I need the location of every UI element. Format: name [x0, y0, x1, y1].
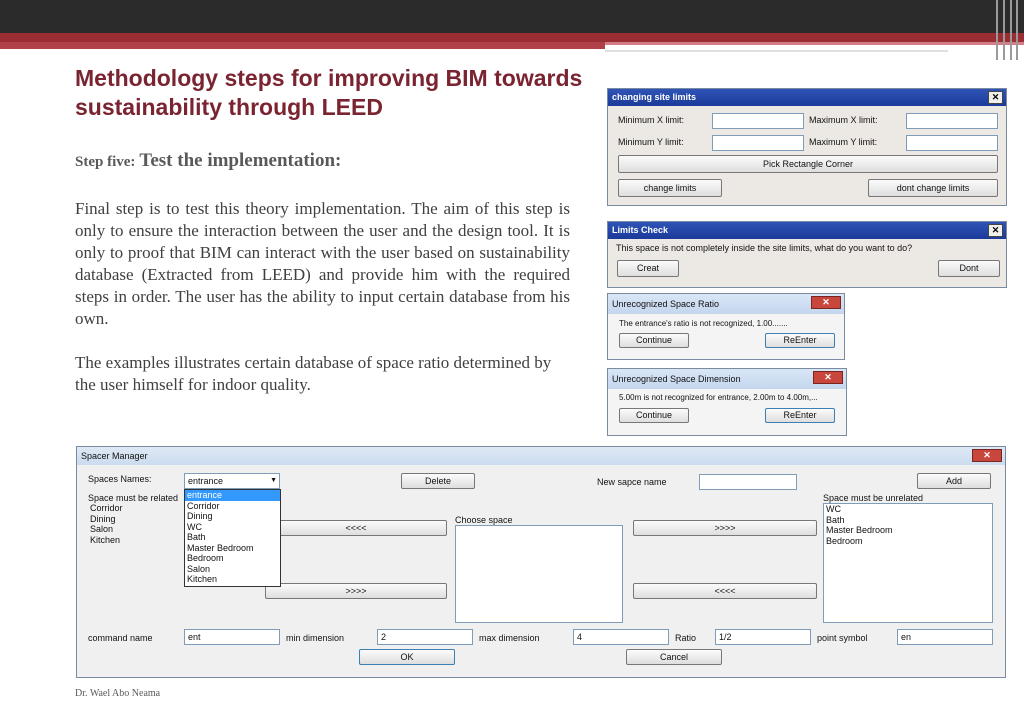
dialog-title: Spacer Manager: [81, 451, 148, 461]
accent-line: [605, 42, 1024, 45]
accent-bar: [0, 33, 1024, 42]
reenter-button[interactable]: ReEnter: [765, 333, 835, 348]
min-dimension-field[interactable]: 2: [377, 629, 473, 645]
continue-button[interactable]: Continue: [619, 408, 689, 423]
new-name-label: New sapce name: [597, 477, 667, 487]
list-item[interactable]: entrance: [185, 490, 280, 501]
body-paragraph-2: The examples illustrates certain databas…: [75, 353, 552, 394]
move-left-button[interactable]: <<<<: [265, 520, 447, 536]
dialog-title: Unrecognized Space Dimension: [612, 374, 741, 384]
list-item[interactable]: Dining: [185, 511, 280, 522]
max-y-label: Maximum Y limit:: [809, 137, 878, 147]
reenter-button[interactable]: ReEnter: [765, 408, 835, 423]
step-text: Test the implementation:: [139, 150, 342, 171]
decor-line: [1016, 0, 1018, 60]
move-left-button[interactable]: <<<<: [633, 583, 817, 599]
dimension-message: 5.00m is not recognized for entrance, 2.…: [619, 393, 818, 402]
new-name-field[interactable]: [699, 474, 797, 490]
close-icon[interactable]: ✕: [988, 224, 1003, 237]
dialog-title: Limits Check: [612, 225, 669, 235]
dont-button[interactable]: Dont: [938, 260, 1000, 277]
min-x-label: Minimum X limit:: [618, 115, 685, 125]
list-item[interactable]: Bath: [824, 515, 992, 526]
related-label: Space must be related: [88, 493, 179, 503]
list-item[interactable]: Bedroom: [824, 536, 992, 547]
min-y-label: Minimum Y limit:: [618, 137, 684, 147]
dont-change-limits-button[interactable]: dont change limits: [868, 179, 998, 197]
move-right-button[interactable]: >>>>: [265, 583, 447, 599]
close-icon[interactable]: ✕: [972, 449, 1002, 462]
spacer-manager-dialog: Spacer Manager ✕ Spaces Names: entrance …: [76, 446, 1006, 678]
continue-button[interactable]: Continue: [619, 333, 689, 348]
step-heading: Step five: Test the implementation:: [75, 150, 341, 172]
change-limits-button[interactable]: change limits: [618, 179, 722, 197]
footer-author: Dr. Wael Abo Neama: [75, 688, 161, 699]
max-y-field[interactable]: [906, 135, 998, 151]
step-label: Step five:: [75, 154, 136, 170]
delete-button[interactable]: Delete: [401, 473, 475, 489]
dialog-title: Unrecognized Space Ratio: [612, 299, 720, 309]
command-name-label: command name: [88, 633, 153, 643]
decor-line: [1010, 0, 1012, 60]
spaces-names-label: Spaces Names:: [88, 474, 152, 484]
limits-check-dialog: Limits Check ✕ This space is not complet…: [607, 221, 1007, 288]
space-dimension-dialog: Unrecognized Space Dimension ✕ 5.00m is …: [607, 368, 847, 436]
top-banner: [0, 0, 1024, 33]
list-item[interactable]: WC: [185, 522, 280, 533]
max-dimension-field[interactable]: 4: [573, 629, 669, 645]
max-x-field[interactable]: [906, 113, 998, 129]
site-limits-dialog: changing site limits ✕ Minimum X limit: …: [607, 88, 1007, 206]
accent-bar-secondary: [0, 42, 605, 49]
list-item[interactable]: Corridor: [185, 501, 280, 512]
close-icon[interactable]: ✕: [988, 91, 1003, 104]
list-item[interactable]: WC: [824, 504, 992, 515]
decor-line: [996, 0, 998, 60]
divider-line: [605, 50, 948, 52]
list-item[interactable]: Master Bedroom: [824, 525, 992, 536]
decor-line: [1003, 0, 1005, 60]
unrelated-label: Space must be unrelated: [823, 493, 924, 503]
min-x-field[interactable]: [712, 113, 804, 129]
list-item[interactable]: Salon: [185, 564, 280, 575]
ok-button[interactable]: OK: [359, 649, 455, 665]
dialog-titlebar: Unrecognized Space Dimension ✕: [608, 369, 846, 389]
move-right-button[interactable]: >>>>: [633, 520, 817, 536]
dialog-titlebar: changing site limits ✕: [608, 89, 1006, 106]
add-button[interactable]: Add: [917, 473, 991, 489]
min-y-field[interactable]: [712, 135, 804, 151]
slide-title: Methodology steps for improving BIM towa…: [75, 65, 583, 120]
list-item[interactable]: Kitchen: [185, 574, 280, 585]
list-item[interactable]: Bedroom: [185, 553, 280, 564]
choose-space-list[interactable]: [455, 525, 623, 623]
close-icon[interactable]: ✕: [813, 371, 843, 384]
selected-space: entrance: [188, 476, 224, 486]
spaces-names-select[interactable]: entrance ▼: [184, 473, 280, 489]
spaces-dropdown-list[interactable]: entrance Corridor Dining WC Bath Master …: [184, 489, 281, 587]
min-dimension-label: min dimension: [286, 633, 345, 643]
list-item[interactable]: Master Bedroom: [185, 543, 280, 554]
space-ratio-dialog: Unrecognized Space Ratio ✕ The entrance'…: [607, 293, 845, 360]
limits-check-message: This space is not completely inside the …: [616, 243, 913, 253]
point-symbol-label: point symbol: [817, 633, 868, 643]
chevron-down-icon[interactable]: ▼: [270, 474, 277, 488]
dialog-titlebar: Unrecognized Space Ratio ✕: [608, 294, 844, 314]
cancel-button[interactable]: Cancel: [626, 649, 722, 665]
max-x-label: Maximum X limit:: [809, 115, 878, 125]
list-item[interactable]: Bath: [185, 532, 280, 543]
dialog-title: changing site limits: [612, 92, 697, 102]
command-name-field[interactable]: ent: [184, 629, 280, 645]
max-dimension-label: max dimension: [479, 633, 540, 643]
ratio-message: The entrance's ratio is not recognized, …: [619, 319, 788, 328]
creat-button[interactable]: Creat: [617, 260, 679, 277]
dialog-titlebar: Limits Check ✕: [608, 222, 1006, 239]
ratio-label: Ratio: [675, 633, 697, 643]
point-symbol-field[interactable]: en: [897, 629, 993, 645]
unrelated-list[interactable]: WC Bath Master Bedroom Bedroom: [823, 503, 993, 623]
choose-space-label: Choose space: [455, 515, 513, 525]
dialog-titlebar: Spacer Manager ✕: [77, 447, 1005, 465]
close-icon[interactable]: ✕: [811, 296, 841, 309]
pick-corner-button[interactable]: Pick Rectangle Corner: [618, 155, 998, 173]
body-paragraph-1: Final step is to test this theory implem…: [75, 199, 570, 328]
ratio-field[interactable]: 1/2: [715, 629, 811, 645]
